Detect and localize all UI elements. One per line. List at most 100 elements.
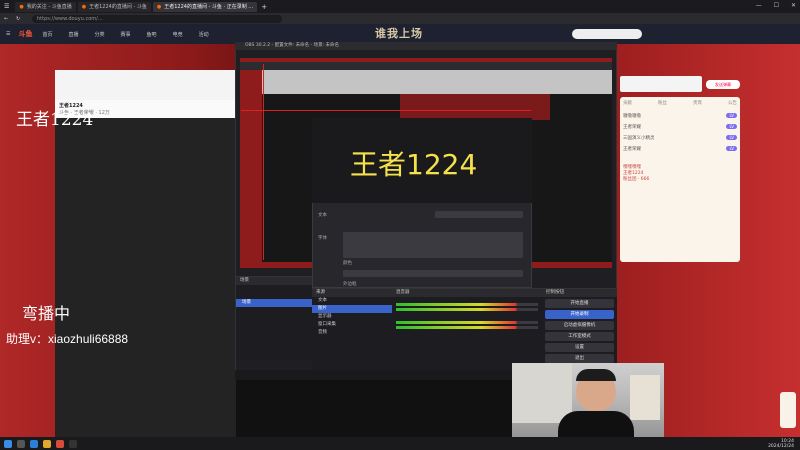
taskbar: 10:24 2024/12/24 [0, 437, 800, 450]
nav-item[interactable]: 首页 [42, 31, 52, 38]
nav-item[interactable]: 活动 [199, 31, 209, 38]
webcam-background [512, 363, 572, 423]
mixer-meters [392, 297, 542, 335]
audio-meter [396, 326, 538, 329]
rank-name: 王者荣耀 [623, 146, 641, 152]
settings-button[interactable]: 设置 [545, 343, 614, 352]
nav-item[interactable]: 鱼吧 [147, 31, 157, 38]
audio-meter [396, 308, 538, 311]
prop-label: 外边框 [343, 282, 357, 287]
chat-tab[interactable]: 粉丝 [658, 100, 667, 106]
color-field[interactable] [343, 270, 523, 277]
sources-dock: 来源 文本 图片 显示器 窗口采集 音频 [312, 288, 392, 372]
source-item[interactable]: 音频 [312, 329, 392, 337]
chat-messages: 嘿嘿嘿嘿 王者1224 粉丝团 · 666 [623, 164, 737, 182]
webcam-background [630, 375, 660, 420]
nav-item[interactable]: 直播 [69, 31, 79, 38]
overlay-live-text: 弯播中 [22, 304, 71, 323]
mixer-dock: 混音器 [392, 288, 542, 372]
menu-icon[interactable]: ☰ [4, 3, 9, 10]
source-item[interactable]: 窗口采集 [312, 321, 392, 329]
nav-item[interactable]: 赛事 [121, 31, 131, 38]
preview-nested-tabbar [240, 62, 612, 70]
text-input[interactable] [343, 232, 523, 258]
start-icon[interactable] [4, 439, 12, 448]
tab-favicon-icon: ● [19, 3, 24, 10]
virtual-camera-button[interactable]: 启动虚拟摄像机 [545, 321, 614, 330]
browser-tab-follow[interactable]: ● 我的关注 - 斗鱼直播 [15, 1, 76, 12]
audio-meter [396, 303, 538, 306]
edge-icon[interactable] [30, 439, 38, 448]
chat-tab[interactable]: 公告 [728, 100, 737, 106]
dock-title: 混音器 [392, 289, 542, 297]
source-item[interactable]: 文本 [312, 297, 392, 305]
preview-nested-header [262, 70, 612, 94]
tab-label: 王者1224的直播间 - 斗鱼 · 正在录制 … [164, 4, 254, 10]
obs-titlebar: OBS 30.2.2 - 配置文件: 未命名 - 场景: 未命名 [235, 42, 617, 50]
webcam-person [576, 369, 616, 381]
rank-row[interactable]: 王者荣耀 LV [623, 121, 737, 132]
source-item[interactable]: 图片 [312, 305, 392, 313]
level-badge: LV [726, 124, 737, 129]
exit-button[interactable]: 退出 [545, 354, 614, 363]
level-badge: LV [726, 146, 737, 151]
send-danmu-button[interactable]: 发送弹幕 [706, 80, 740, 89]
back-icon[interactable]: ← [4, 16, 8, 22]
preview-nested-banner [400, 94, 550, 120]
room-tools [620, 76, 702, 92]
maximize-icon[interactable]: ☐ [774, 2, 779, 9]
tab-label: 王者1224的直播间 - 斗鱼 [89, 4, 147, 10]
source-item[interactable]: 显示器 [312, 313, 392, 321]
clock-date: 2024/12/24 [768, 444, 794, 449]
site-search-input[interactable] [572, 29, 642, 39]
rank-row[interactable]: 嗷嗷嗷嗷 LV [623, 110, 737, 121]
prop-label: 字体 [318, 236, 327, 241]
nav-item[interactable]: 电竞 [173, 31, 183, 38]
site-logo[interactable]: 斗鱼 [18, 29, 32, 39]
folder-icon[interactable] [43, 439, 51, 448]
close-icon[interactable]: ✕ [791, 2, 796, 9]
url-field[interactable]: https://www.douyu.com/... [32, 14, 282, 23]
prop-label: 颜色 [343, 261, 352, 266]
reload-icon[interactable]: ↻ [16, 16, 20, 22]
address-bar: ← ↻ https://www.douyu.com/... [0, 13, 800, 24]
site-menu-icon[interactable]: ☰ [6, 31, 10, 37]
window-controls: — ☐ ✕ [756, 2, 796, 9]
chat-tab[interactable]: 贵宾 [693, 100, 702, 106]
dock-title: 场景 [236, 277, 312, 285]
scenes-dock: 场景 场景 [236, 276, 312, 360]
browser-tab-active[interactable]: ● 王者1224的直播间 - 斗鱼 · 正在录制 … [152, 1, 258, 12]
scene-item[interactable]: 场景 [236, 299, 312, 307]
font-select-button[interactable] [435, 211, 523, 218]
obs-app-icon[interactable] [69, 439, 77, 448]
rank-row[interactable]: 三国演义小精灵 LV [623, 132, 737, 143]
rank-row[interactable]: 王者荣耀 LV [623, 143, 737, 154]
level-badge: LV [726, 135, 737, 140]
room-toolbar [55, 70, 236, 100]
start-recording-button[interactable]: 开始录制 [545, 310, 614, 319]
overlay-wechat: 助理v：xiaozhuli66888 [6, 332, 129, 346]
controls-dock: 控制按钮 开始直播 开始录制 启动虚拟摄像机 工作室模式 设置 退出 [542, 288, 617, 372]
browser-app-icon[interactable] [56, 439, 64, 448]
minimize-icon[interactable]: — [756, 2, 762, 9]
nav-item[interactable]: 分类 [95, 31, 105, 38]
search-icon[interactable] [17, 439, 25, 448]
start-streaming-button[interactable]: 开始直播 [545, 299, 614, 308]
dock-title: 来源 [312, 289, 392, 297]
browser-tabbar: ☰ ● 我的关注 - 斗鱼直播 ● 王者1224的直播间 - 斗鱼 ● 王者1224的… [0, 0, 800, 13]
site-banner: 谁我上场 [375, 27, 423, 40]
new-tab-icon[interactable]: + [261, 3, 267, 11]
browser-tab-room[interactable]: ● 王者1224的直播间 - 斗鱼 [77, 1, 151, 12]
overlay-title: 王者1224 [16, 110, 94, 130]
chat-tab[interactable]: 贡献 [623, 100, 632, 106]
chat-message: 粉丝团 · 666 [623, 177, 650, 182]
level-badge: LV [726, 113, 737, 118]
tab-favicon-icon: ● [156, 3, 162, 10]
studio-mode-button[interactable]: 工作室模式 [545, 332, 614, 341]
chat-panel: 贡献 粉丝 贵宾 公告 嗷嗷嗷嗷 LV 王者荣耀 LV 三国演义小精灵 LV 王者荣耀… [620, 97, 740, 262]
floating-sidebar[interactable] [780, 392, 796, 428]
system-clock[interactable]: 10:24 2024/12/24 [768, 439, 794, 449]
rank-name: 嗷嗷嗷嗷 [623, 113, 641, 119]
tab-label: 我的关注 - 斗鱼直播 [26, 4, 72, 10]
video-player[interactable] [55, 118, 236, 438]
